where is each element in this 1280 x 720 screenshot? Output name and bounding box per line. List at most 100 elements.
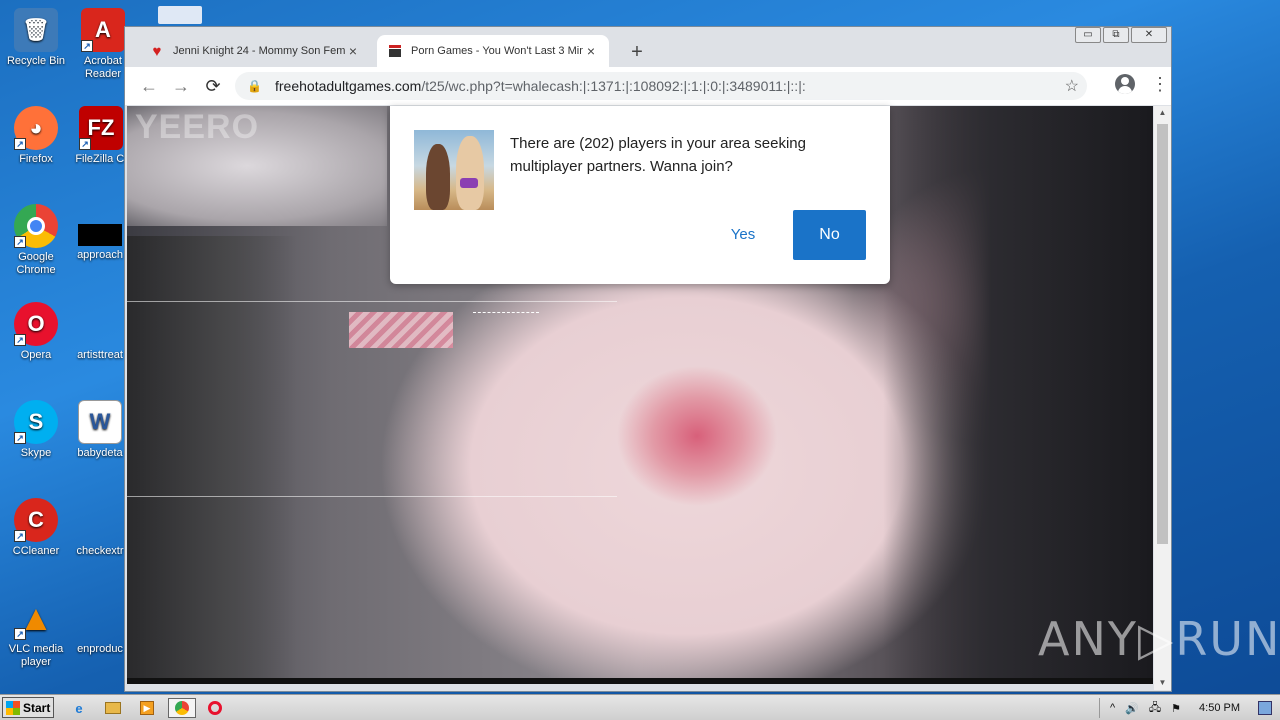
shortcut-arrow-icon: ↗	[14, 628, 26, 640]
tab-close-icon[interactable]: ×	[345, 43, 361, 59]
profile-avatar-icon[interactable]	[1115, 74, 1135, 94]
firefox-icon: ◕ ↗	[14, 106, 58, 150]
scroll-down-icon[interactable]: ▼	[1154, 676, 1171, 690]
bookmark-star-icon[interactable]: ☆	[1065, 76, 1079, 96]
minimize-button[interactable]: ▭	[1075, 27, 1101, 43]
word-doc-icon: W	[78, 400, 122, 444]
file-icon	[78, 498, 122, 542]
desktop-icon-word-doc-top[interactable]	[150, 6, 210, 27]
address-bar[interactable]: 🔒 freehotadultgames.com/t25/wc.php?t=wha…	[235, 72, 1087, 100]
show-hidden-icons-icon[interactable]: ^	[1110, 702, 1115, 714]
start-button[interactable]: Start	[2, 697, 54, 718]
hud-line	[473, 312, 539, 313]
desktop-icon-approach[interactable]: approach	[72, 204, 128, 262]
scroll-thumb[interactable]	[1157, 124, 1168, 544]
action-center-flag-icon[interactable]: ⚑	[1171, 702, 1181, 715]
dialog-thumbnail	[414, 130, 494, 210]
desktop-icon-label: Firefox	[19, 153, 53, 165]
chrome-icon: ↗	[14, 204, 58, 248]
shortcut-arrow-icon: ↗	[14, 236, 26, 248]
recycle-bin-icon: 🗑	[14, 8, 58, 52]
desktop-icon-skype[interactable]: S ↗ Skype	[0, 400, 72, 460]
desktop-icon-ccleaner[interactable]: C ↗ CCleaner	[0, 498, 72, 558]
video-watermark: YEERO	[135, 108, 260, 146]
show-desktop-button[interactable]	[1258, 701, 1272, 715]
anyrun-watermark: ANY▷RUN	[1038, 612, 1280, 666]
desktop-icon-label: Skype	[20, 447, 52, 459]
desktop-icon-label: FileZilla Cl	[75, 153, 127, 165]
desktop-icon-label: VLC media player	[8, 643, 64, 668]
desktop-icon-vlc[interactable]: ▲ ↗ VLC media player	[0, 596, 72, 669]
windows-logo-icon	[6, 700, 20, 715]
desktop-icon-label: babydeta	[77, 447, 123, 459]
scroll-up-icon[interactable]: ▲	[1154, 106, 1171, 120]
figure-illustration	[456, 136, 484, 210]
forward-button[interactable]: →	[165, 76, 197, 97]
desktop-icon-label: checkextr	[76, 545, 124, 557]
desktop-icon-babydeta[interactable]: W babydeta	[72, 400, 128, 460]
chrome-icon[interactable]	[168, 698, 196, 718]
figure-illustration	[460, 178, 478, 188]
file-icon	[78, 596, 122, 640]
hud-stripes	[349, 312, 453, 348]
taskbar: Start e ▶ ^ 🔊 🖧 ⚑ 4:50 PM	[0, 694, 1280, 720]
system-tray: ^ 🔊 🖧 ⚑ 4:50 PM	[1099, 695, 1280, 720]
desktop-icon-label: Recycle Bin	[6, 55, 66, 67]
desktop-icon-recycle-bin[interactable]: 🗑 Recycle Bin	[0, 8, 72, 68]
page-scrollbar[interactable]: ▲ ▼	[1154, 106, 1171, 690]
desktop-icon-filezilla[interactable]: FZ ↗ FileZilla Cl	[72, 106, 130, 166]
no-button[interactable]: No	[793, 210, 866, 260]
desktop-icon-artisttreat[interactable]: artisttreat	[72, 302, 128, 362]
explorer-icon[interactable]	[102, 698, 124, 718]
url-host: freehotadultgames.com	[275, 78, 422, 94]
opera-icon: O ↗	[14, 302, 58, 346]
figure-illustration	[426, 144, 450, 210]
desktop-icon-opera[interactable]: O ↗ Opera	[0, 302, 72, 362]
desktop-icon-firefox[interactable]: ◕ ↗ Firefox	[0, 106, 72, 166]
window-controls: ▭ ⧉ ✕	[1075, 27, 1167, 43]
skype-icon: S ↗	[14, 400, 58, 444]
hud-line	[127, 496, 617, 497]
restore-button[interactable]: ⧉	[1103, 27, 1129, 43]
word-doc-icon	[158, 6, 202, 24]
tab-close-icon[interactable]: ×	[583, 43, 599, 59]
yes-button[interactable]: Yes	[713, 210, 773, 260]
desktop-icon-label: Opera	[20, 349, 52, 361]
tab-title: Jenni Knight 24 - Mommy Son Femdo	[173, 45, 345, 57]
tab-jenni-knight[interactable]: ♥ Jenni Knight 24 - Mommy Son Femdo ×	[139, 35, 371, 67]
desktop-icon-label: approach	[77, 249, 123, 261]
clock[interactable]: 4:50 PM	[1199, 702, 1240, 714]
lock-icon: 🔒	[247, 79, 262, 93]
tab-title: Porn Games - You Won't Last 3 Minu	[411, 45, 583, 57]
black-file-icon	[78, 224, 122, 246]
menu-icon[interactable]: ⋮	[1151, 75, 1169, 93]
new-tab-button[interactable]: +	[627, 41, 647, 64]
ie-icon[interactable]: e	[68, 698, 90, 718]
vlc-icon: ▲ ↗	[14, 596, 58, 640]
desktop-icon-chrome[interactable]: ↗ Google Chrome	[0, 204, 72, 277]
dialog-message: There are (202) players in your area see…	[510, 135, 806, 175]
filezilla-icon: FZ ↗	[79, 106, 123, 150]
tab-strip: ♥ Jenni Knight 24 - Mommy Son Femdo × Po…	[125, 27, 1171, 67]
opera-icon[interactable]	[204, 698, 226, 718]
video-bottom-bar	[127, 678, 1153, 684]
desktop-icon-checkextr[interactable]: checkextr	[72, 498, 128, 558]
shortcut-arrow-icon: ↗	[14, 432, 26, 444]
heart-icon: ♥	[152, 42, 162, 60]
close-button[interactable]: ✕	[1131, 27, 1167, 43]
video-frame-detail	[127, 236, 297, 684]
hud-line	[127, 301, 617, 302]
network-icon[interactable]: 🖧	[1149, 699, 1161, 718]
clapper-icon	[387, 43, 403, 59]
desktop-icon-label: Google Chrome	[16, 251, 56, 276]
reload-button[interactable]: ⟳	[197, 76, 229, 97]
back-button[interactable]: ←	[133, 76, 165, 97]
tab-porn-games[interactable]: Porn Games - You Won't Last 3 Minu ×	[377, 35, 609, 67]
desktop-icon-label: artisttreat	[77, 349, 123, 361]
media-player-icon[interactable]: ▶	[136, 698, 158, 718]
join-players-dialog: There are (202) players in your area see…	[390, 106, 890, 284]
url-path: /t25/wc.php?t=whalecash:|:1371:|:108092:…	[421, 78, 806, 94]
volume-icon[interactable]: 🔊	[1125, 702, 1139, 715]
desktop-icon-enproduc[interactable]: enproduc	[72, 596, 128, 656]
browser-toolbar: ← → ⟳ 🔒 freehotadultgames.com/t25/wc.php…	[125, 67, 1171, 105]
